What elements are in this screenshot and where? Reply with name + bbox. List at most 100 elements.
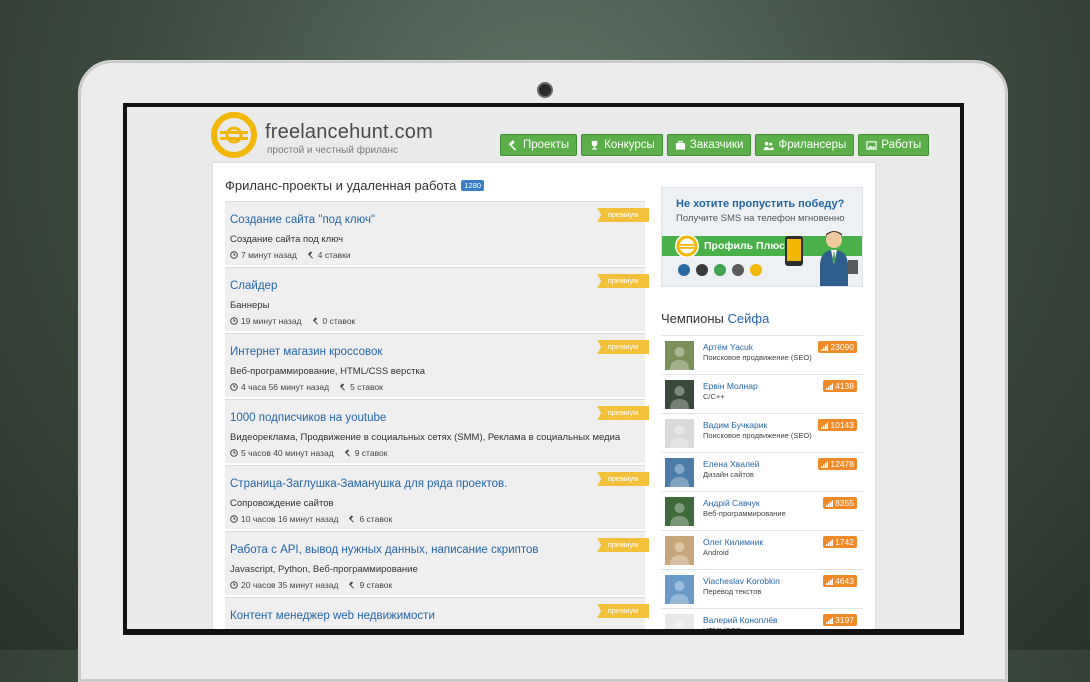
nav-projects-button[interactable]: Проекты <box>500 134 578 156</box>
signal-bars-icon <box>826 539 834 546</box>
project-time-text: 20 часов 35 минут назад <box>241 580 339 590</box>
gavel-icon <box>508 139 517 151</box>
gavel-icon <box>339 383 346 391</box>
rating-badge: 8355 <box>823 497 857 509</box>
project-title-link[interactable]: Интернет магазин кроссовок <box>230 346 382 358</box>
promo-band-label: Профиль Плюс <box>704 240 785 252</box>
avatar[interactable] <box>665 458 694 487</box>
project-meta: 10 часов 16 минут назад 6 ставок <box>230 514 392 524</box>
avatar[interactable] <box>665 380 694 409</box>
project-item: 1000 подписчиков на youtube Видеореклама… <box>225 399 649 463</box>
phone-icon <box>785 236 803 266</box>
logo-icon <box>675 234 699 258</box>
champion-name-link[interactable]: Viacheslav Korobkin <box>703 576 780 586</box>
nav-clients-label: Заказчики <box>689 139 744 151</box>
browser-viewport: freelancehunt.com простой и честный фрил… <box>127 107 960 629</box>
nav-contests-button[interactable]: Конкурсы <box>581 134 663 156</box>
nav-freelancers-button[interactable]: Фрилансеры <box>755 134 855 156</box>
avatar[interactable] <box>665 614 694 629</box>
signal-bars-icon <box>826 500 834 507</box>
promo-title: Не хотите пропустить победу? <box>676 198 845 210</box>
rating-value: 10143 <box>830 420 854 430</box>
project-count-badge: 1280 <box>461 179 485 192</box>
logo-icon[interactable] <box>211 112 257 158</box>
champion-name-link[interactable]: Валерий Коноплёв <box>703 615 778 625</box>
clock-icon <box>230 449 238 457</box>
project-time-text: 19 минут назад <box>241 316 302 326</box>
premium-ribbon: премиум <box>597 406 649 420</box>
nav-projects-label: Проекты <box>523 139 570 151</box>
rating-value: 23090 <box>830 342 854 352</box>
champion-name-link[interactable]: Елена Хвалей <box>703 459 759 469</box>
profile-plus-promo[interactable]: Не хотите пропустить победу? Получите SM… <box>661 187 863 287</box>
rating-badge: 4138 <box>823 380 857 392</box>
premium-ribbon: премиум <box>597 604 649 618</box>
project-bids: 0 ставок <box>312 316 355 326</box>
project-category: Веб-программирование, HTML/CSS верстка <box>230 366 426 377</box>
champion-item: Ервін Молнар C/C++ 4138 <box>661 374 863 413</box>
rating-value: 12478 <box>830 459 854 469</box>
project-bids-text: 9 ставок <box>354 448 388 458</box>
image-icon <box>866 140 877 150</box>
champion-specialty: HTML/CSS верстка <box>703 626 770 629</box>
project-title-link[interactable]: Контент менеджер web недвижимости <box>230 610 435 622</box>
champions-title-accent[interactable]: Сейфа <box>728 311 770 326</box>
project-title-link[interactable]: Страница-Заглушка-Заманушка для ряда про… <box>230 478 507 490</box>
project-category: Создание сайта под ключ <box>230 234 344 245</box>
champion-specialty: Веб-программирование <box>703 509 786 518</box>
project-time-text: 4 часа 56 минут назад <box>241 382 330 392</box>
champion-name-link[interactable]: Олег Килимник <box>703 537 763 547</box>
champions-title-prefix: Чемпионы <box>661 311 724 326</box>
champion-item: Валерий КоноплёвHTML/CSS верстка 3197 <box>661 608 863 629</box>
avatar[interactable] <box>665 536 694 565</box>
champion-name-link[interactable]: Вадим Бучкарик <box>703 420 767 430</box>
champion-name-link[interactable]: Андрій Савчук <box>703 498 760 508</box>
project-item: Контент менеджер web недвижимости премиу… <box>225 597 649 629</box>
rating-value: 4643 <box>835 576 854 586</box>
project-item: Слайдер Баннеры 19 минут назад 0 ставок … <box>225 267 649 331</box>
project-time: 7 минут назад <box>230 250 297 260</box>
signal-bars-icon <box>821 461 829 468</box>
champion-name-link[interactable]: Артём Yacuk <box>703 342 753 352</box>
camera-icon <box>537 82 553 98</box>
brand-name[interactable]: freelancehunt.com <box>265 121 433 144</box>
avatar[interactable] <box>665 341 694 370</box>
project-title-link[interactable]: 1000 подписчиков на youtube <box>230 412 386 424</box>
signal-bars-icon <box>826 383 834 390</box>
champion-item: Олег Килимник Android 1742 <box>661 530 863 569</box>
project-time: 4 часа 56 минут назад <box>230 382 329 392</box>
project-title-link[interactable]: Создание сайта "под ключ" <box>230 214 375 226</box>
nav-works-button[interactable]: Работы <box>858 134 930 156</box>
champion-name-link[interactable]: Ервін Молнар <box>703 381 758 391</box>
avatar[interactable] <box>665 419 694 448</box>
feature-icon <box>696 264 708 276</box>
rating-badge: 12478 <box>818 458 857 470</box>
project-time-text: 7 минут назад <box>241 250 297 260</box>
project-title-link[interactable]: Слайдер <box>230 280 277 292</box>
gavel-icon <box>312 317 318 325</box>
project-bids: 9 ставок <box>344 448 388 458</box>
project-bids: 5 ставок <box>339 382 383 392</box>
nav-works-label: Работы <box>881 139 922 151</box>
rating-badge: 1742 <box>823 536 857 548</box>
gavel-icon <box>349 515 355 523</box>
rating-value: 3197 <box>835 615 854 625</box>
avatar[interactable] <box>665 575 694 604</box>
project-meta: 19 минут назад 0 ставок <box>230 316 355 326</box>
champion-specialty: Дизайн сайтов <box>703 470 754 479</box>
project-bids: 9 ставок <box>348 580 392 590</box>
champions-list: Артём Yacuk Поисковое продвижение (SEO) 23… <box>661 335 863 629</box>
champion-item: Viacheslav Korobkin Перевод текстов 4643 <box>661 569 863 608</box>
laptop-frame: freelancehunt.com простой и честный фрил… <box>78 60 1008 682</box>
project-bids-text: 4 ставки <box>317 250 351 260</box>
nav-clients-button[interactable]: Заказчики <box>666 134 752 156</box>
champion-specialty: Перевод текстов <box>703 587 762 596</box>
avatar[interactable] <box>665 497 694 526</box>
project-bids-text: 5 ставок <box>350 382 383 392</box>
champion-item: Андрій Савчук Веб-программирование 8355 <box>661 491 863 530</box>
project-title-link[interactable]: Работа с API, вывод нужных данных, напис… <box>230 544 539 556</box>
project-time: 19 минут назад <box>230 316 302 326</box>
nav-freelancers-label: Фрилансеры <box>778 139 847 151</box>
champion-specialty: C/C++ <box>703 392 725 401</box>
premium-ribbon: премиум <box>597 274 649 288</box>
